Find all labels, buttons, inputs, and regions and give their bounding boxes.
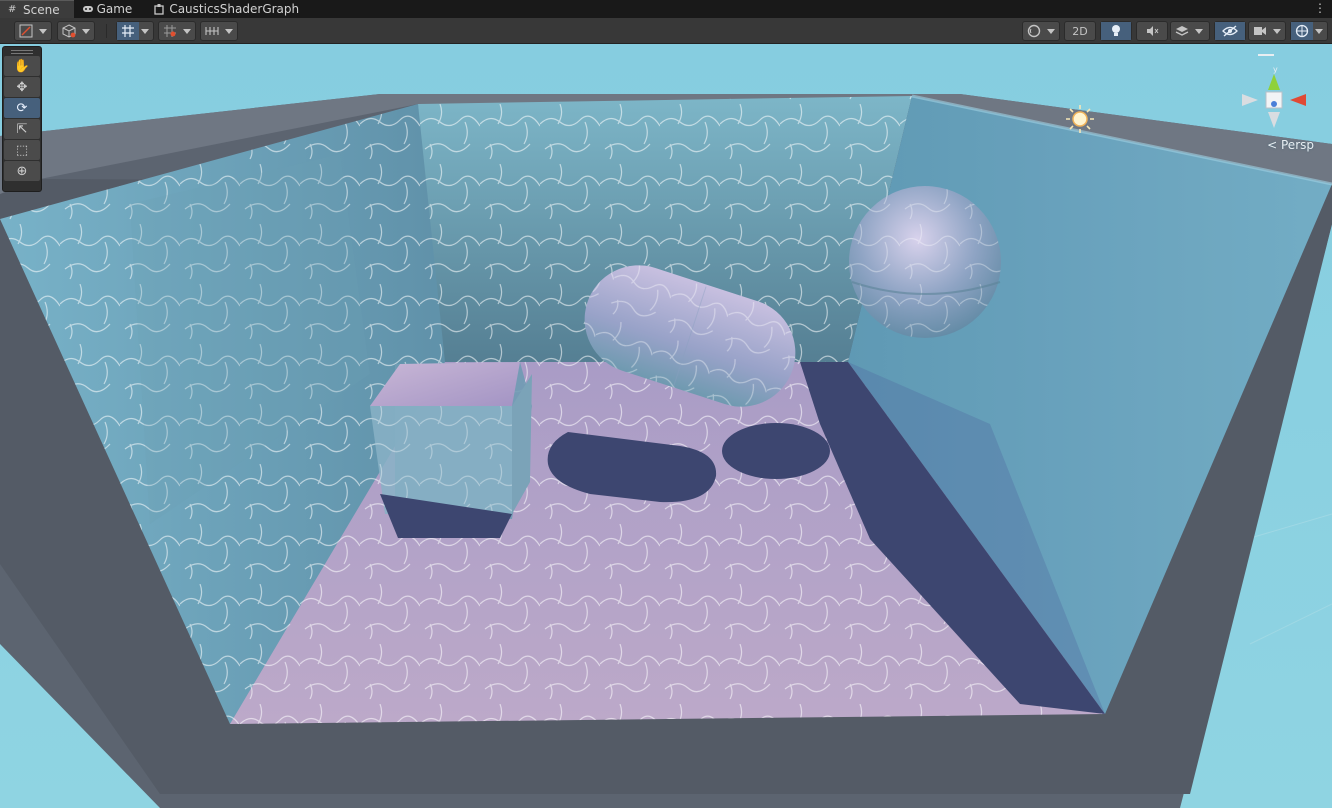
- chevron-down-icon: [80, 22, 92, 40]
- rotate-tool-button[interactable]: ⟳: [4, 98, 40, 118]
- layers-icon: [1171, 22, 1193, 40]
- view-2d-label: 2D: [1072, 24, 1088, 38]
- ruler-dropdown[interactable]: [200, 21, 238, 41]
- chevron-down-icon: [139, 22, 151, 40]
- cube-icon: [58, 22, 80, 40]
- hand-icon: ✋: [13, 58, 31, 74]
- tab-caustics-shader-graph[interactable]: CausticsShaderGraph: [146, 0, 313, 18]
- sphere-shading-icon: [1023, 22, 1045, 40]
- gizmo-z-axis: [1271, 101, 1277, 107]
- camera-icon: [1249, 22, 1271, 40]
- increment-snap-dropdown[interactable]: [158, 21, 196, 41]
- orientation-gizmo[interactable]: y: [1234, 52, 1314, 152]
- chevron-down-icon: [181, 22, 193, 40]
- tab-game[interactable]: Game: [74, 0, 147, 18]
- scale-tool-button[interactable]: ⇱: [4, 119, 40, 139]
- grid-snap-icon: [117, 22, 139, 40]
- draw-mode-dropdown[interactable]: [14, 21, 52, 41]
- gizmo-neg-x-arrow: [1242, 94, 1258, 106]
- effects-dropdown[interactable]: [1170, 21, 1210, 41]
- render-mode-dropdown[interactable]: [57, 21, 95, 41]
- scene-toolbar: 2D: [0, 18, 1332, 44]
- move-icon: ✥: [16, 79, 28, 95]
- hand-tool-button[interactable]: ✋: [4, 56, 40, 76]
- audio-mute-icon: [1137, 22, 1167, 40]
- chevron-down-icon: [1193, 22, 1205, 40]
- gizmo-menu-icon: [1258, 54, 1274, 56]
- toolbar-separator: [106, 24, 107, 38]
- toggle-lighting-button[interactable]: [1100, 21, 1132, 41]
- chevron-down-icon: [37, 22, 49, 40]
- tool-palette: ✋ ✥ ⟳ ⇱ ⬚ ⊕: [2, 46, 42, 192]
- scene-visibility-button[interactable]: [1214, 21, 1246, 41]
- gizmo-neg-y-arrow: [1268, 112, 1280, 128]
- projection-label[interactable]: < Persp: [1267, 138, 1314, 152]
- ruler-icon: [201, 22, 223, 40]
- more-options-icon[interactable]: ⋮: [1314, 1, 1326, 15]
- gizmo-y-label: y: [1273, 65, 1278, 74]
- gizmo-x-arrow: [1290, 94, 1306, 106]
- graph-icon: [154, 4, 164, 15]
- chevron-down-icon: [223, 22, 235, 40]
- gamepad-icon: [82, 4, 93, 14]
- gizmo-y-arrow: [1268, 74, 1280, 90]
- tab-bar: # Scene Game CausticsShaderGraph ⋮: [0, 0, 1332, 18]
- tab-scene-label: Scene: [23, 2, 60, 17]
- rotate-icon: ⟳: [16, 100, 28, 116]
- gizmo-globe-icon: [1291, 22, 1313, 40]
- chevron-down-icon: [1313, 22, 1325, 40]
- tab-game-label: Game: [96, 2, 133, 16]
- toggle-audio-button[interactable]: [1136, 21, 1168, 41]
- palette-grip-handle[interactable]: [11, 50, 33, 54]
- camera-settings-dropdown[interactable]: [1248, 21, 1286, 41]
- scene-viewport[interactable]: [0, 44, 1332, 808]
- move-tool-button[interactable]: ✥: [4, 77, 40, 97]
- transform-tool-button[interactable]: ⊕: [4, 161, 40, 181]
- scale-icon: ⇱: [16, 121, 28, 137]
- grid-icon: #: [8, 3, 17, 15]
- draw-shading-dropdown[interactable]: [1022, 21, 1060, 41]
- lightbulb-icon: [1101, 22, 1131, 40]
- chevron-down-icon: [1271, 22, 1283, 40]
- snap-increment-icon: [159, 22, 181, 40]
- grid-snapping-dropdown[interactable]: [116, 21, 154, 41]
- rect-tool-button[interactable]: ⬚: [4, 140, 40, 160]
- tab-caustics-label: CausticsShaderGraph: [169, 2, 300, 16]
- tab-scene[interactable]: # Scene: [0, 0, 74, 18]
- chevron-down-icon: [1045, 22, 1057, 40]
- gizmos-dropdown[interactable]: [1290, 21, 1328, 41]
- toggle-2d-button[interactable]: 2D: [1064, 21, 1096, 41]
- shading-icon: [15, 22, 37, 40]
- eye-hidden-icon: [1215, 22, 1245, 40]
- transform-icon: ⊕: [16, 163, 28, 179]
- rect-icon: ⬚: [15, 142, 29, 158]
